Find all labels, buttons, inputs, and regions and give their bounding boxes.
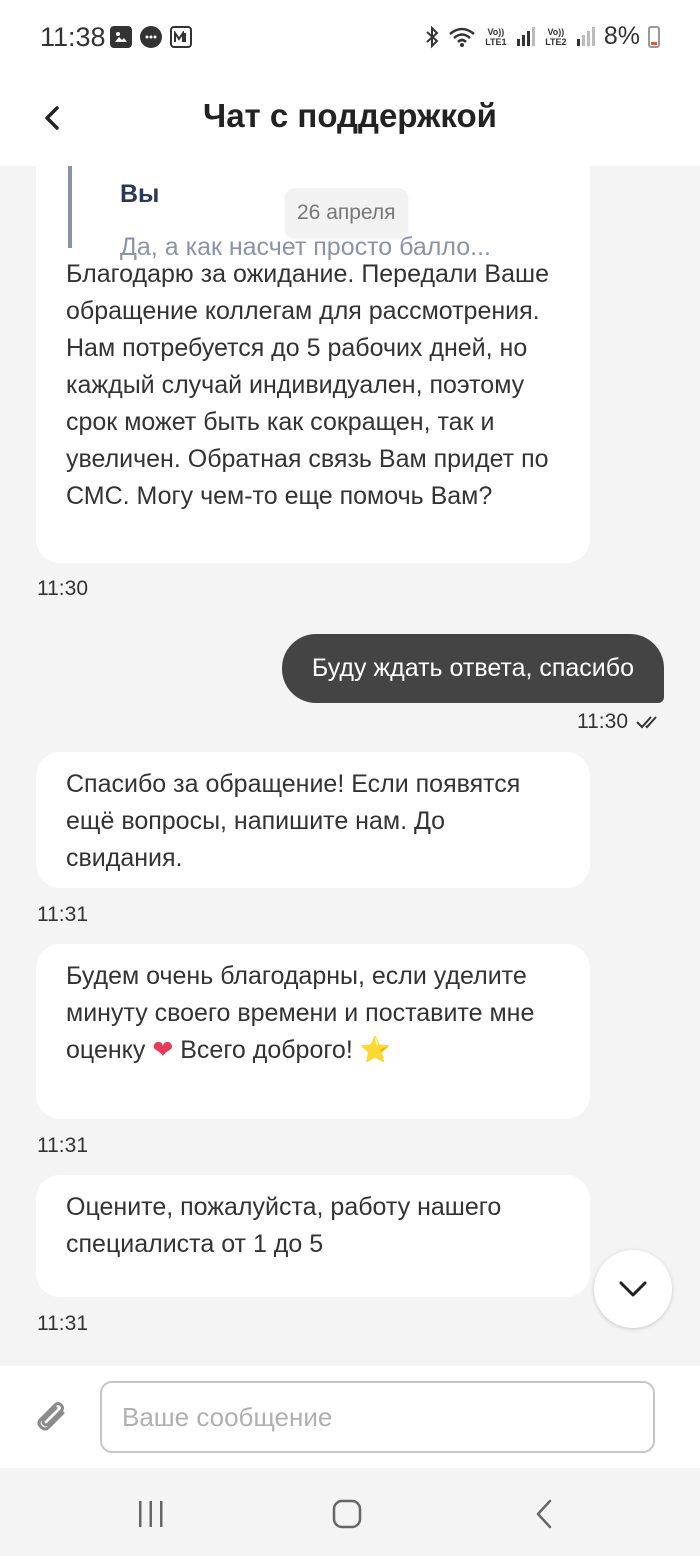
page-title: Чат с поддержкой [203,97,497,134]
message-text-part: Всего доброго! [180,1036,353,1064]
message-time: 11:31 [37,1312,88,1335]
network-label-1: Vo)) LTE1 [485,26,507,47]
home-button[interactable] [325,1492,369,1536]
message-bubble-incoming: Будем очень благодарны, если уделите мин… [36,944,590,1119]
message-time: 11:30 [577,710,628,733]
message-text: Будем очень благодарны, если уделите мин… [66,958,536,1069]
magnit-app-icon [170,26,192,48]
notification-icons [110,26,192,48]
signal-icon [516,26,535,46]
attach-button[interactable] [30,1396,76,1442]
bluetooth-icon [426,25,439,48]
message-icon [140,26,162,48]
message-meta: 11:30 [577,710,662,734]
status-bar: 11:38 Vo)) LTE1 Vo)) LTE2 8% [0,0,700,78]
paperclip-icon [37,1402,65,1431]
back-nav-button[interactable] [522,1492,566,1536]
message-bubble-incoming: Оцените, пожалуйста, работу нашего специ… [36,1175,590,1297]
message-time: 11:31 [37,903,88,926]
message-text: Оцените, пожалуйста, работу нашего специ… [66,1193,502,1258]
chat-area[interactable]: Вы Да, а как насчет просто балло... Благ… [0,166,700,1366]
message-input-bar [0,1366,700,1468]
star-emoji: ⭐ [359,1036,391,1064]
network-label-2: Vo)) LTE2 [545,26,567,47]
wifi-icon [449,27,475,47]
status-time: 11:38 [40,22,106,52]
message-bubble-outgoing: Буду ждать ответа, спасибо [281,634,664,703]
message-time: 11:30 [37,577,88,600]
recent-apps-button[interactable] [129,1492,173,1536]
date-chip: 26 апреля [285,188,408,238]
battery-percent: 8% [603,22,640,50]
recent-apps-icon [139,1501,163,1527]
home-icon [332,1499,362,1529]
signal-icon [576,26,595,46]
back-icon [536,1499,552,1529]
chevron-down-icon [619,1281,647,1297]
heart-emoji: ❤ [152,1036,174,1064]
message-time: 11:31 [37,1134,88,1157]
message-bubble-incoming: Спасибо за обращение! Если появятся ещё … [36,752,590,888]
message-text: Спасибо за обращение! Если появятся ещё … [66,770,521,872]
gallery-icon [110,26,132,48]
message-text: Благодарю за ожидание. Передали Ваше обр… [66,260,549,510]
scroll-to-bottom-button[interactable] [594,1250,672,1328]
message-text: Буду ждать ответа, спасибо [311,654,634,682]
battery-icon [648,25,660,48]
double-check-icon [636,716,657,729]
system-nav-bar [0,1468,700,1556]
app-header: Чат с поддержкой [0,78,700,166]
system-status: Vo)) LTE1 Vo)) LTE2 8% [424,22,660,51]
message-input[interactable] [100,1381,655,1453]
